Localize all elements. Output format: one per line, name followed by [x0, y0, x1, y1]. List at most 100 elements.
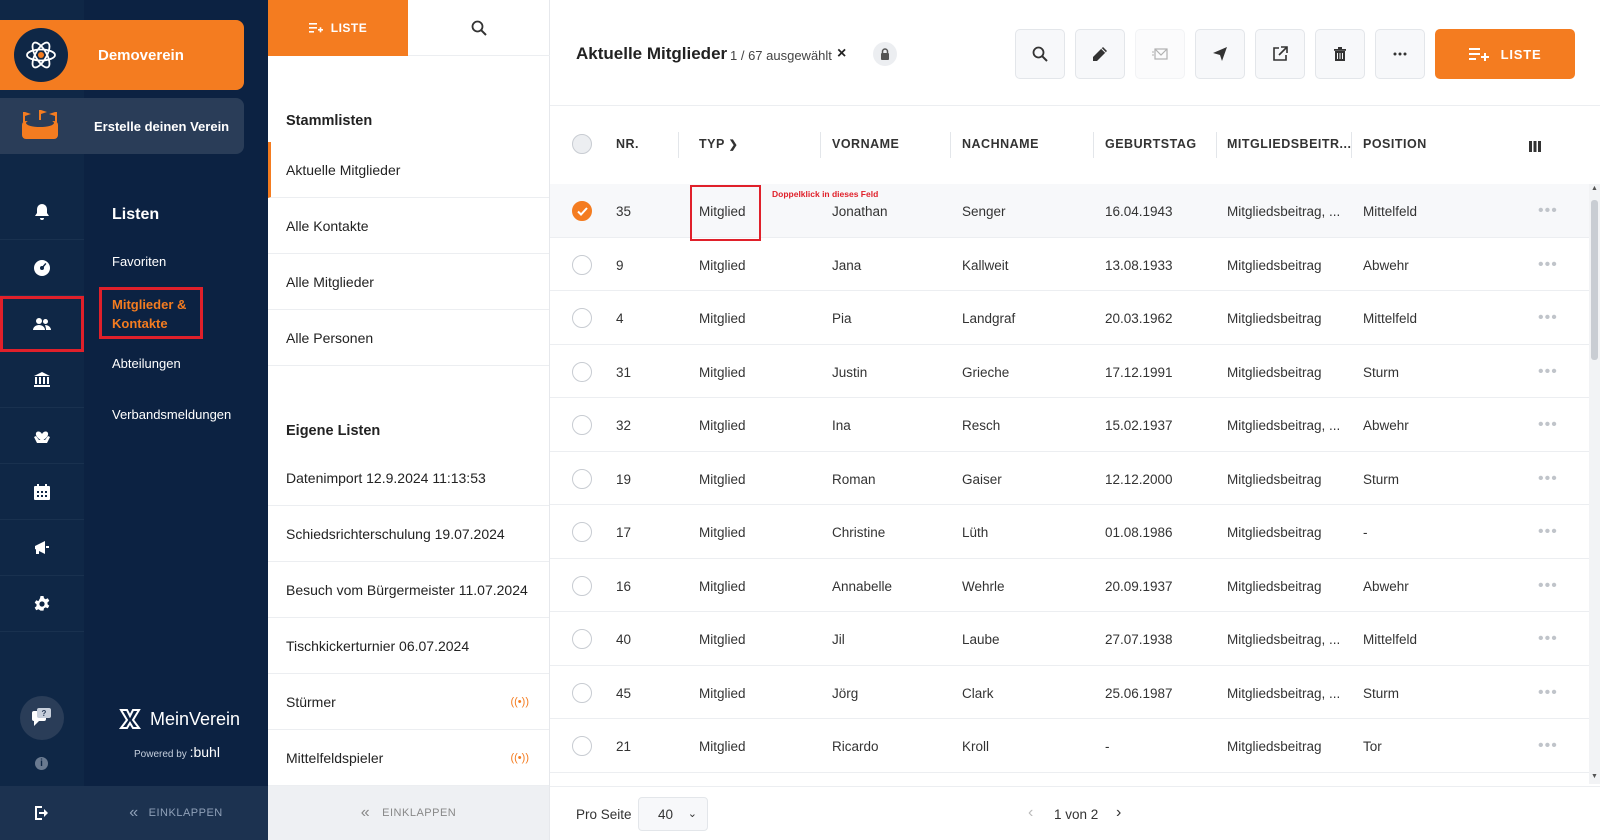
list-item-own[interactable]: Mittelfeldspieler ((•)) — [268, 730, 549, 786]
cell-vorname[interactable]: Jonathan — [832, 204, 888, 219]
tab-liste[interactable]: LISTE — [268, 0, 408, 56]
cell-nachname[interactable]: Kallweit — [962, 258, 1009, 273]
cell-nr[interactable]: 32 — [616, 418, 631, 433]
columns-icon[interactable] — [1529, 139, 1541, 157]
cell-geburtstag[interactable]: 15.02.1937 — [1105, 418, 1173, 433]
cell-nachname[interactable]: Kroll — [962, 739, 989, 754]
cell-nr[interactable]: 4 — [616, 311, 624, 326]
row-more-icon[interactable]: ••• — [1538, 523, 1558, 541]
nav-item-members-contacts[interactable]: Mitglieder & Kontakte — [112, 295, 202, 333]
cell-nr[interactable]: 19 — [616, 472, 631, 487]
rail-settings[interactable] — [0, 576, 84, 632]
cell-position[interactable]: Sturm — [1363, 472, 1399, 487]
cell-position[interactable]: Abwehr — [1363, 579, 1409, 594]
cell-position[interactable]: Abwehr — [1363, 258, 1409, 273]
cell-typ[interactable]: Mitglied — [699, 632, 746, 647]
create-club-button[interactable]: Erstelle deinen Verein — [0, 98, 244, 154]
cell-beitrag[interactable]: Mitgliedsbeitrag, ... — [1227, 418, 1340, 433]
cell-geburtstag[interactable]: - — [1105, 739, 1110, 754]
row-checkbox[interactable] — [572, 575, 592, 596]
row-more-icon[interactable]: ••• — [1538, 202, 1558, 220]
cell-typ[interactable]: Mitglied — [699, 525, 746, 540]
select-all-checkbox[interactable] — [572, 134, 592, 154]
cell-nachname[interactable]: Lüth — [962, 525, 988, 540]
cell-beitrag[interactable]: Mitgliedsbeitrag — [1227, 311, 1322, 326]
cell-geburtstag[interactable]: 27.07.1938 — [1105, 632, 1173, 647]
email-button[interactable] — [1135, 29, 1185, 79]
scroll-thumb[interactable] — [1591, 200, 1598, 360]
cell-position[interactable]: Mittelfeld — [1363, 204, 1417, 219]
cell-nachname[interactable]: Gaiser — [962, 472, 1002, 487]
next-page-icon[interactable]: › — [1116, 804, 1121, 822]
row-checkbox[interactable] — [572, 736, 592, 756]
col-beitrag[interactable]: MITGLIEDSBEITR... — [1227, 137, 1351, 151]
cell-geburtstag[interactable]: 17.12.1991 — [1105, 365, 1173, 380]
edit-button[interactable] — [1075, 29, 1125, 79]
lock-icon[interactable] — [873, 42, 897, 66]
row-checkbox[interactable] — [572, 522, 592, 542]
rail-calendar[interactable] — [0, 464, 84, 520]
cell-nr[interactable]: 21 — [616, 739, 631, 754]
cell-position[interactable]: Sturm — [1363, 365, 1399, 380]
delete-button[interactable] — [1315, 29, 1365, 79]
cell-typ[interactable]: Mitglied — [699, 579, 746, 594]
cell-beitrag[interactable]: Mitgliedsbeitrag — [1227, 525, 1322, 540]
row-more-icon[interactable]: ••• — [1538, 416, 1558, 434]
list-item-all-persons[interactable]: Alle Personen — [268, 310, 549, 366]
table-row[interactable]: 45 Mitglied Jörg Clark 25.06.1987 Mitgliedsbe… — [550, 666, 1590, 719]
rail-members[interactable] — [0, 296, 84, 352]
cell-typ[interactable]: Mitglied — [699, 739, 746, 754]
cell-vorname[interactable]: Jil — [832, 632, 845, 647]
cell-beitrag[interactable]: Mitgliedsbeitrag, ... — [1227, 204, 1340, 219]
row-checkbox[interactable] — [572, 629, 592, 649]
cell-nachname[interactable]: Grieche — [962, 365, 1009, 380]
cell-vorname[interactable]: Jana — [832, 258, 861, 273]
row-more-icon[interactable]: ••• — [1538, 256, 1558, 274]
table-row[interactable]: 19 Mitglied Roman Gaiser 12.12.2000 Mitglieds… — [550, 452, 1590, 505]
row-checkbox[interactable] — [572, 201, 592, 221]
scrollbar[interactable]: ▲ ▼ — [1589, 184, 1600, 784]
row-more-icon[interactable]: ••• — [1538, 684, 1558, 702]
logout-button[interactable] — [0, 786, 84, 840]
cell-beitrag[interactable]: Mitgliedsbeitrag — [1227, 258, 1322, 273]
cell-typ[interactable]: Mitglied — [699, 686, 746, 701]
send-button[interactable] — [1195, 29, 1245, 79]
nav-item-favorites[interactable]: Favoriten — [112, 254, 166, 269]
cell-nr[interactable]: 17 — [616, 525, 631, 540]
nav-collapse-button[interactable]: « EINKLAPPEN — [84, 786, 268, 840]
cell-geburtstag[interactable]: 01.08.1986 — [1105, 525, 1173, 540]
cell-geburtstag[interactable]: 13.08.1933 — [1105, 258, 1173, 273]
row-checkbox[interactable] — [572, 361, 592, 382]
cell-typ[interactable]: Mitglied — [699, 418, 746, 433]
cell-position[interactable]: Mittelfeld — [1363, 632, 1417, 647]
rail-dashboard[interactable] — [0, 240, 84, 296]
cell-typ[interactable]: Mitglied — [699, 258, 746, 273]
row-more-icon[interactable]: ••• — [1538, 630, 1558, 648]
row-checkbox[interactable] — [572, 254, 592, 275]
cell-vorname[interactable]: Christine — [832, 525, 885, 540]
table-row[interactable]: 32 Mitglied Ina Resch 15.02.1937 Mitgliedsbei… — [550, 398, 1590, 452]
cell-beitrag[interactable]: Mitgliedsbeitrag — [1227, 365, 1322, 380]
table-row[interactable]: 31 Mitglied Justin Grieche 17.12.1991 Mitglie… — [550, 345, 1590, 398]
rail-finance[interactable] — [0, 352, 84, 408]
rail-donations[interactable] — [0, 408, 84, 464]
cell-vorname[interactable]: Justin — [832, 365, 867, 380]
row-checkbox[interactable] — [572, 682, 592, 703]
cell-vorname[interactable]: Jörg — [832, 686, 858, 701]
rail-communication[interactable] — [0, 520, 84, 576]
lists-collapse-button[interactable]: « EINKLAPPEN — [268, 786, 549, 840]
cell-vorname[interactable]: Pia — [832, 311, 852, 326]
add-list-button[interactable]: LISTE — [1435, 29, 1575, 79]
row-more-icon[interactable]: ••• — [1538, 363, 1558, 381]
cell-vorname[interactable]: Roman — [832, 472, 876, 487]
cell-geburtstag[interactable]: 20.03.1962 — [1105, 311, 1173, 326]
row-checkbox[interactable] — [572, 308, 592, 328]
cell-beitrag[interactable]: Mitgliedsbeitrag — [1227, 579, 1322, 594]
row-more-icon[interactable]: ••• — [1538, 577, 1558, 595]
list-item-own[interactable]: Datenimport 12.9.2024 11:13:53 — [268, 450, 549, 506]
list-item-all-members[interactable]: Alle Mitglieder — [268, 254, 549, 310]
cell-nr[interactable]: 45 — [616, 686, 631, 701]
list-item-own[interactable]: Schiedsrichterschulung 19.07.2024 — [268, 506, 549, 562]
table-row[interactable]: 21 Mitglied Ricardo Kroll - Mitgliedsbeitrag T… — [550, 719, 1590, 773]
col-typ[interactable]: TYP ❯ — [699, 137, 738, 151]
